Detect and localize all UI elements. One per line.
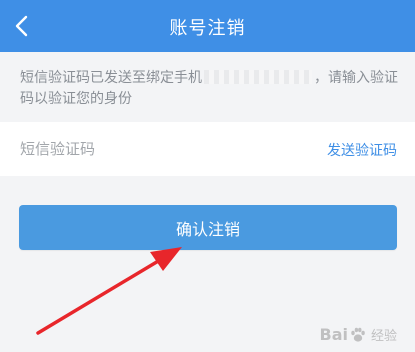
send-code-button[interactable]: 发送验证码 [327,140,397,160]
paw-icon [351,327,365,342]
red-arrow-annotation [36,247,182,335]
confirm-button-label: 确认注销 [175,219,240,239]
baidu-watermark: Bai 经验 [320,325,398,344]
notice-text-before: 短信验证码已发送至绑定手机 [20,70,202,86]
confirm-cancellation-button[interactable]: 确认注销 [19,205,397,250]
masked-phone-number [204,70,312,84]
verification-notice: 短信验证码已发送至绑定手机 ，请输入验证码以验证您的身份 [20,68,398,110]
sms-code-row: 发送验证码 [0,122,415,176]
sms-code-input[interactable] [18,132,312,166]
header-bar: 账号注销 [0,0,415,52]
watermark-brand-left: Bai [319,325,348,344]
watermark-brand-right: 经验 [370,329,397,344]
page-title: 账号注销 [169,18,246,39]
